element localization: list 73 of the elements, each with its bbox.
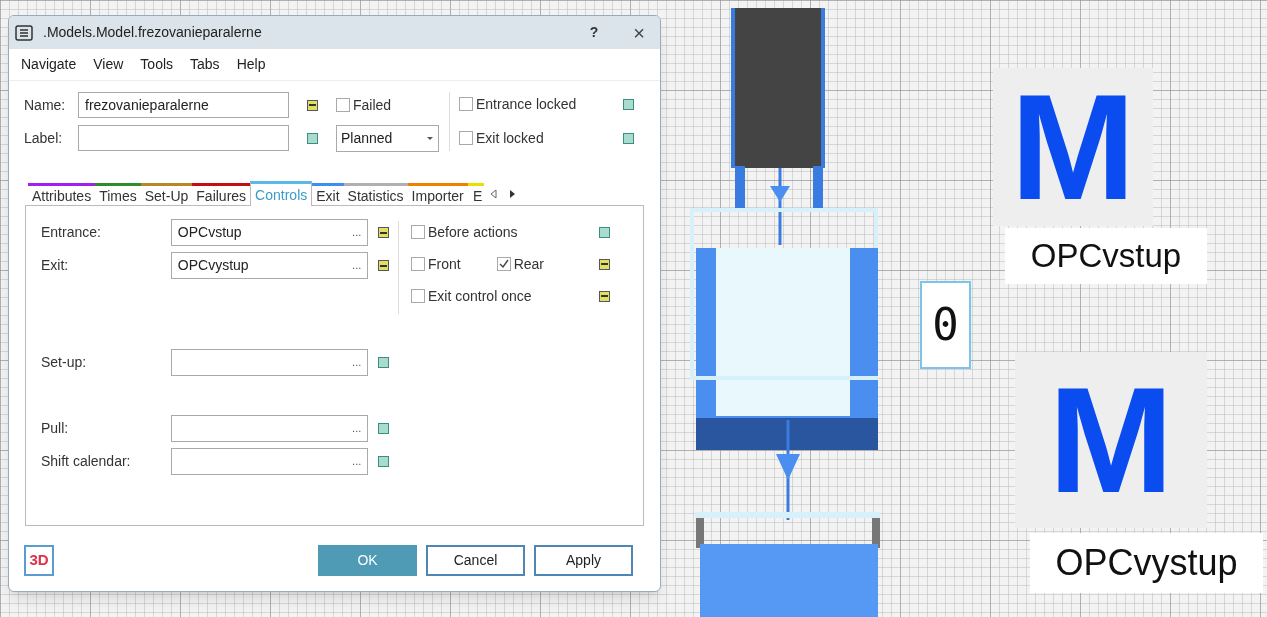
tab[interactable]: Exit <box>312 183 344 205</box>
inherited-indicator[interactable] <box>377 423 389 434</box>
three-d-button[interactable]: 3D <box>24 545 54 576</box>
checkbox-label[interactable]: Failed <box>353 94 392 116</box>
checkbox-label[interactable]: Before actions <box>428 221 518 243</box>
local-indicator[interactable] <box>307 99 318 111</box>
field-label: Entrance: <box>41 223 102 242</box>
checked-checkbox[interactable] <box>496 257 511 271</box>
checkbox[interactable] <box>459 97 473 111</box>
caret-down-icon <box>426 135 434 141</box>
checkbox-label[interactable]: Rear <box>513 253 545 275</box>
window-title: .Models.Model.frezovanieparalerne <box>43 23 263 42</box>
counter-display: 0 <box>920 281 971 369</box>
menu-item[interactable]: Navigate <box>21 54 77 75</box>
checkbox-label[interactable]: Entrance locked <box>476 93 577 115</box>
local-indicator[interactable] <box>599 290 610 302</box>
checkbox[interactable] <box>411 225 425 239</box>
field-label: Exit: <box>41 256 70 275</box>
menu-item[interactable]: Help <box>236 54 266 75</box>
menu-item[interactable]: Tabs <box>190 54 220 75</box>
dialog-button[interactable]: Cancel <box>426 545 525 576</box>
menu-item[interactable]: View <box>93 54 124 75</box>
tab[interactable]: Attributes <box>28 183 96 205</box>
tab[interactable]: Statistics <box>343 183 408 205</box>
checkbox[interactable] <box>459 131 473 145</box>
local-indicator[interactable] <box>599 258 610 270</box>
checkbox[interactable] <box>411 257 425 271</box>
help-button[interactable]: ? <box>574 22 614 43</box>
input-field[interactable]: OPCvstup ... <box>170 219 369 246</box>
tab[interactable]: Importer <box>407 183 468 205</box>
input-field[interactable]: ... <box>170 349 369 376</box>
close-button[interactable]: × <box>624 22 654 43</box>
field-label: Shift calendar: <box>41 452 132 471</box>
object-label: OPCvystup <box>1030 533 1263 593</box>
checkbox[interactable] <box>336 98 350 112</box>
checkbox-label[interactable]: Front <box>428 253 461 275</box>
local-indicator[interactable] <box>377 260 389 271</box>
window-icon <box>15 24 33 41</box>
checkbox-label[interactable]: Exit control once <box>428 285 532 307</box>
tab[interactable]: E <box>467 183 484 205</box>
object-label: OPCvstup <box>1005 228 1207 284</box>
ellipsis-button[interactable]: ... <box>352 354 362 371</box>
inherited-indicator[interactable] <box>377 456 389 467</box>
ellipsis-button[interactable]: ... <box>352 453 362 470</box>
field-label: Pull: <box>41 419 70 438</box>
inherited-indicator[interactable] <box>377 357 389 368</box>
ellipsis-button[interactable]: ... <box>352 420 362 437</box>
dialog-button[interactable]: Apply <box>534 545 633 576</box>
input-field[interactable] <box>78 125 289 151</box>
inherited-indicator[interactable] <box>623 98 634 110</box>
tab[interactable]: Set-Up <box>140 183 193 205</box>
local-indicator[interactable] <box>377 227 389 238</box>
field-label: Label: <box>24 128 64 148</box>
caret-left-icon[interactable] <box>489 189 497 199</box>
state-dropdown[interactable]: Planned <box>336 124 439 152</box>
menu-item[interactable]: Tools <box>140 54 174 75</box>
tab[interactable]: Times <box>95 183 141 205</box>
input-field[interactable]: frezovanieparalerne <box>78 92 289 118</box>
field-label: Name: <box>24 95 67 115</box>
checkbox-label[interactable]: Exit locked <box>476 127 544 149</box>
method-block: M <box>993 68 1153 226</box>
input-field[interactable]: OPCvystup ... <box>170 252 369 279</box>
input-field[interactable]: ... <box>170 448 369 475</box>
caret-right-icon[interactable] <box>508 189 516 199</box>
ellipsis-button[interactable]: ... <box>352 224 362 241</box>
checkbox[interactable] <box>411 289 425 303</box>
ellipsis-button[interactable]: ... <box>352 257 362 274</box>
inherited-indicator[interactable] <box>623 132 634 144</box>
field-label: Set-up: <box>41 353 88 372</box>
method-block: M <box>1015 352 1207 528</box>
inherited-indicator[interactable] <box>599 226 610 238</box>
input-field[interactable]: ... <box>170 415 369 442</box>
inherited-indicator[interactable] <box>307 132 318 144</box>
